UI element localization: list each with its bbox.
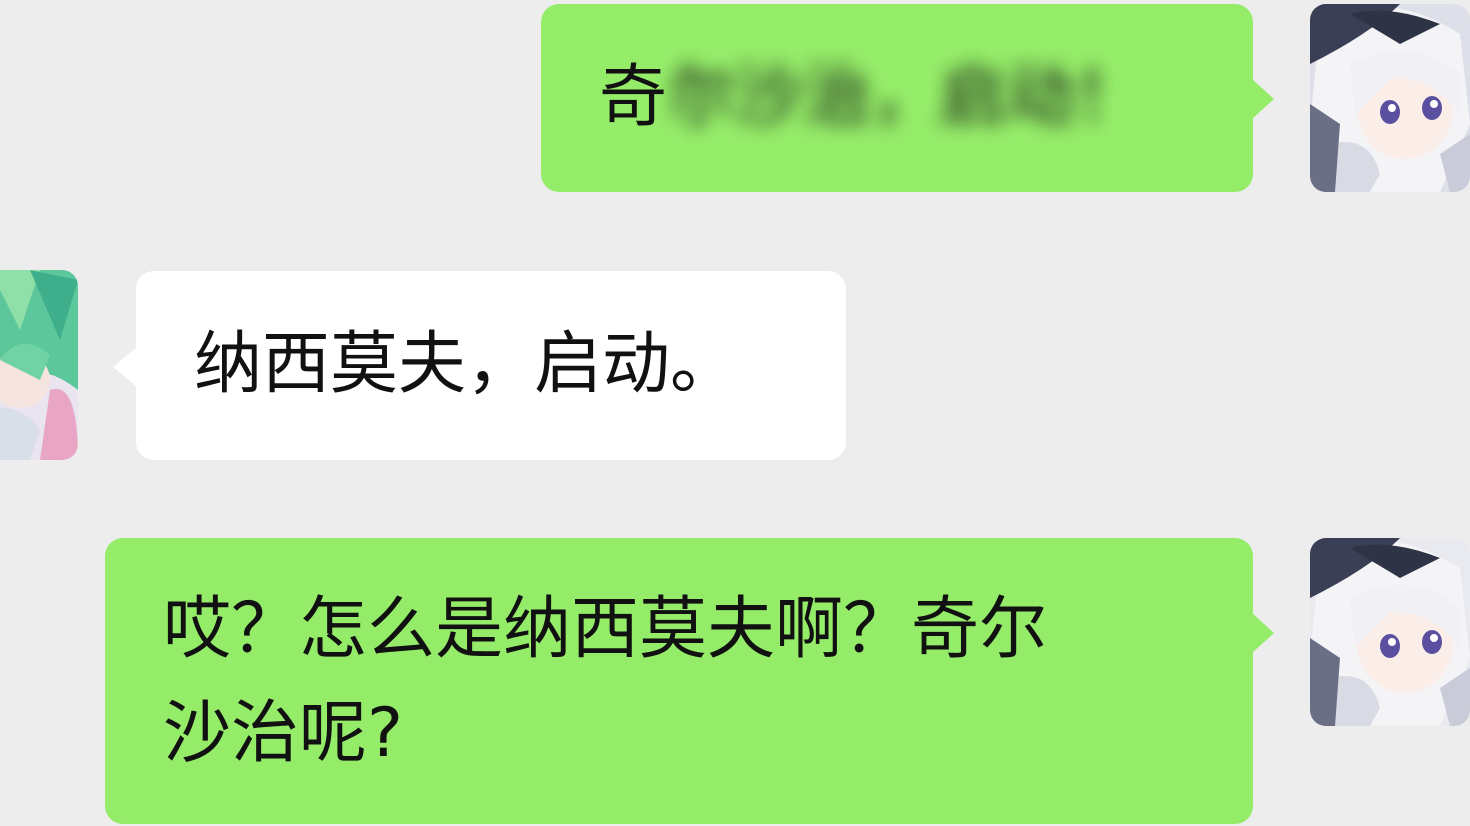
green-haired-anime-avatar-icon[interactable] (0, 270, 78, 460)
message-bubble-self[interactable]: 哎？怎么是纳西莫夫啊？奇尔 沙治呢? (105, 538, 1253, 824)
message-text-line: 沙治呢? (163, 694, 404, 773)
message-text-line: 哎？怎么是纳西莫夫啊？奇尔 (163, 590, 1048, 669)
message-text: 纳西莫夫，启动。 (194, 325, 739, 404)
message-bubble-other[interactable]: 纳西莫夫，启动。 (136, 271, 846, 460)
message-text: 奇 (599, 58, 668, 137)
white-haired-anime-avatar-icon[interactable] (1310, 538, 1470, 726)
white-haired-anime-avatar-icon[interactable] (1310, 4, 1470, 192)
bubble-tail (113, 347, 137, 387)
chat-window: 奇尔沙治，启动！ 纳西莫夫，启动。 哎？怎么是纳西莫夫啊？奇尔 沙治呢? (0, 0, 1470, 826)
message-bubble-self[interactable]: 奇尔沙治，启动！ (541, 4, 1253, 192)
bubble-tail (1252, 613, 1274, 653)
redacted-text: 尔沙治，启动！ (667, 58, 1144, 137)
bubble-tail (1252, 79, 1274, 119)
